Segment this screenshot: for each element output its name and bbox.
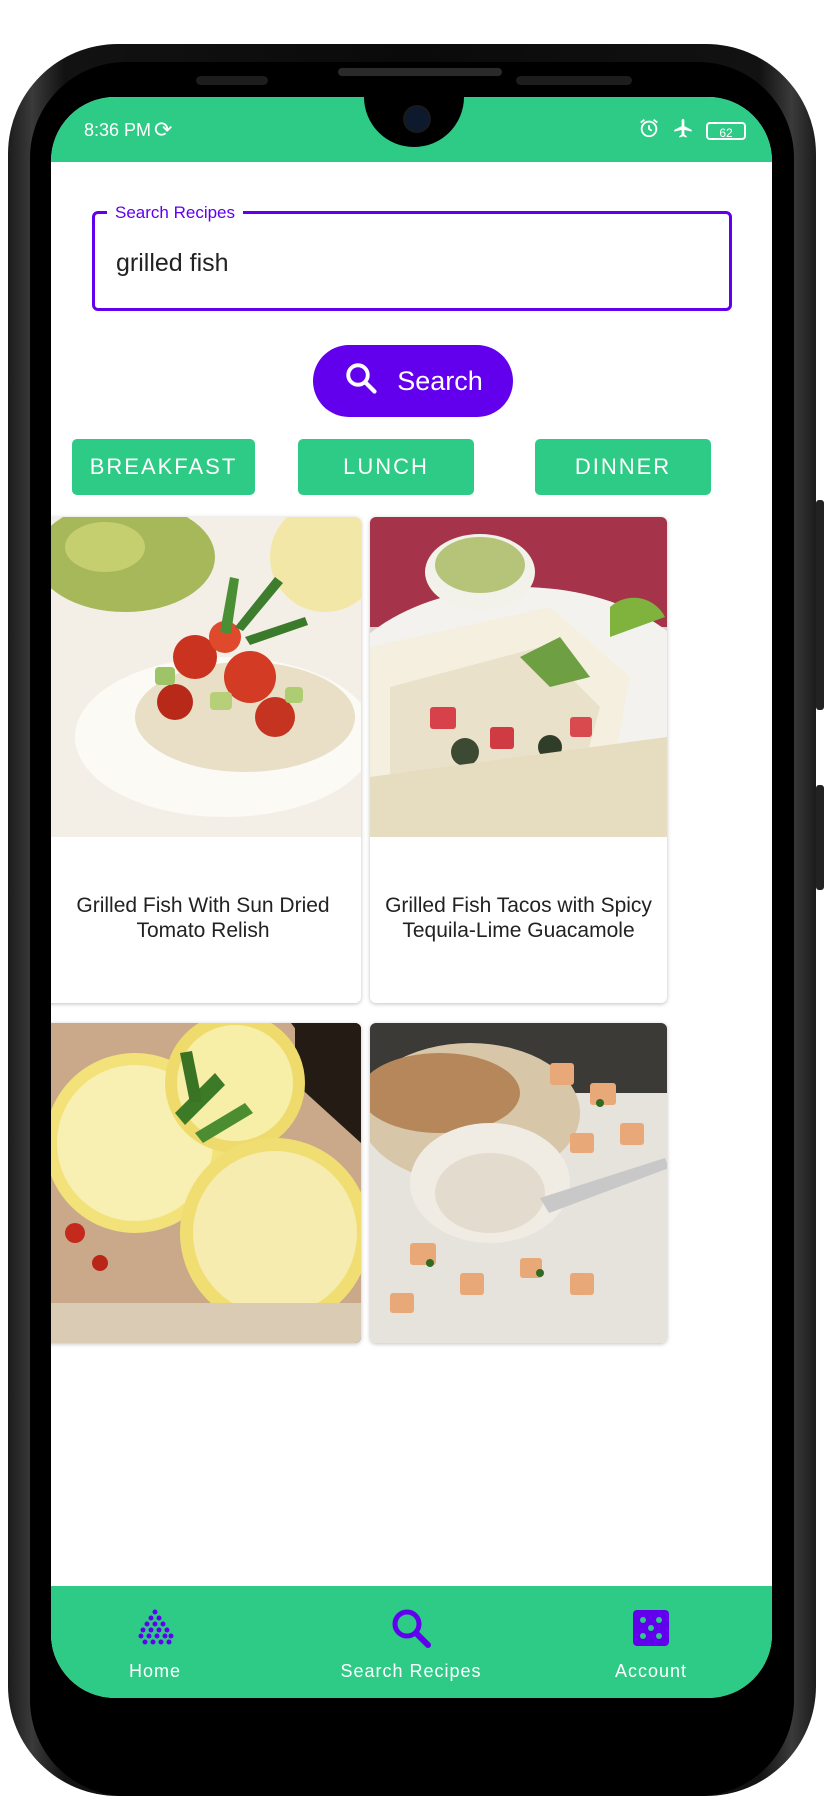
recipe-card[interactable]: Grilled Fish With Sun Dried Tomato Relis… <box>51 517 361 1003</box>
home-icon <box>138 1609 174 1645</box>
search-button[interactable]: Search <box>313 345 513 417</box>
search-button-label: Search <box>397 365 483 396</box>
lunch-button[interactable]: LUNCH <box>298 439 474 495</box>
search-input-value[interactable]: grilled fish <box>116 249 229 278</box>
earpiece-speaker <box>338 68 502 76</box>
speaker-grille <box>516 76 632 85</box>
recipe-card[interactable] <box>51 1023 361 1343</box>
breakfast-button[interactable]: BREAKFAST <box>72 439 255 495</box>
status-time: 8:36 PM <box>84 120 152 140</box>
airplane-icon <box>672 117 694 144</box>
speaker-grille <box>196 76 268 85</box>
battery-indicator: 62 <box>706 121 746 140</box>
front-camera <box>403 105 431 133</box>
search-icon <box>392 1609 431 1648</box>
nav-account[interactable]: Account <box>551 1586 751 1698</box>
recipe-title: Grilled Fish Tacos with Spicy Tequila-Li… <box>385 894 652 942</box>
dinner-button[interactable]: DINNER <box>535 439 711 495</box>
nav-home-label: Home <box>128 1661 181 1681</box>
nav-account-label: Account <box>614 1661 688 1681</box>
recipe-image <box>370 517 667 837</box>
nav-search-recipes[interactable]: Search Recipes <box>311 1586 511 1698</box>
search-input-label: Search Recipes <box>107 203 244 223</box>
nav-search-label: Search Recipes <box>340 1661 482 1681</box>
recipe-image <box>51 1023 361 1343</box>
sync-icon: ⟳ <box>154 117 173 142</box>
volume-button <box>816 500 824 710</box>
recipe-image <box>51 517 361 837</box>
nav-home[interactable]: Home <box>55 1586 255 1698</box>
recipe-image <box>370 1023 667 1343</box>
recipe-title: Grilled Fish With Sun Dried Tomato Relis… <box>76 894 330 942</box>
recipe-card[interactable] <box>370 1023 667 1343</box>
search-icon <box>343 360 379 403</box>
recipe-card[interactable]: Grilled Fish Tacos with Spicy Tequila-Li… <box>370 517 667 1003</box>
bottom-navigation: Home Search Recipes Account <box>51 1586 772 1698</box>
alarm-icon <box>638 117 660 144</box>
app-screen: 8:36 PM ⟳ 62 Search Recipes grilled fish… <box>51 97 772 1698</box>
status-icons: 62 <box>638 117 746 144</box>
power-button <box>816 785 824 890</box>
dice-icon <box>633 1610 669 1646</box>
